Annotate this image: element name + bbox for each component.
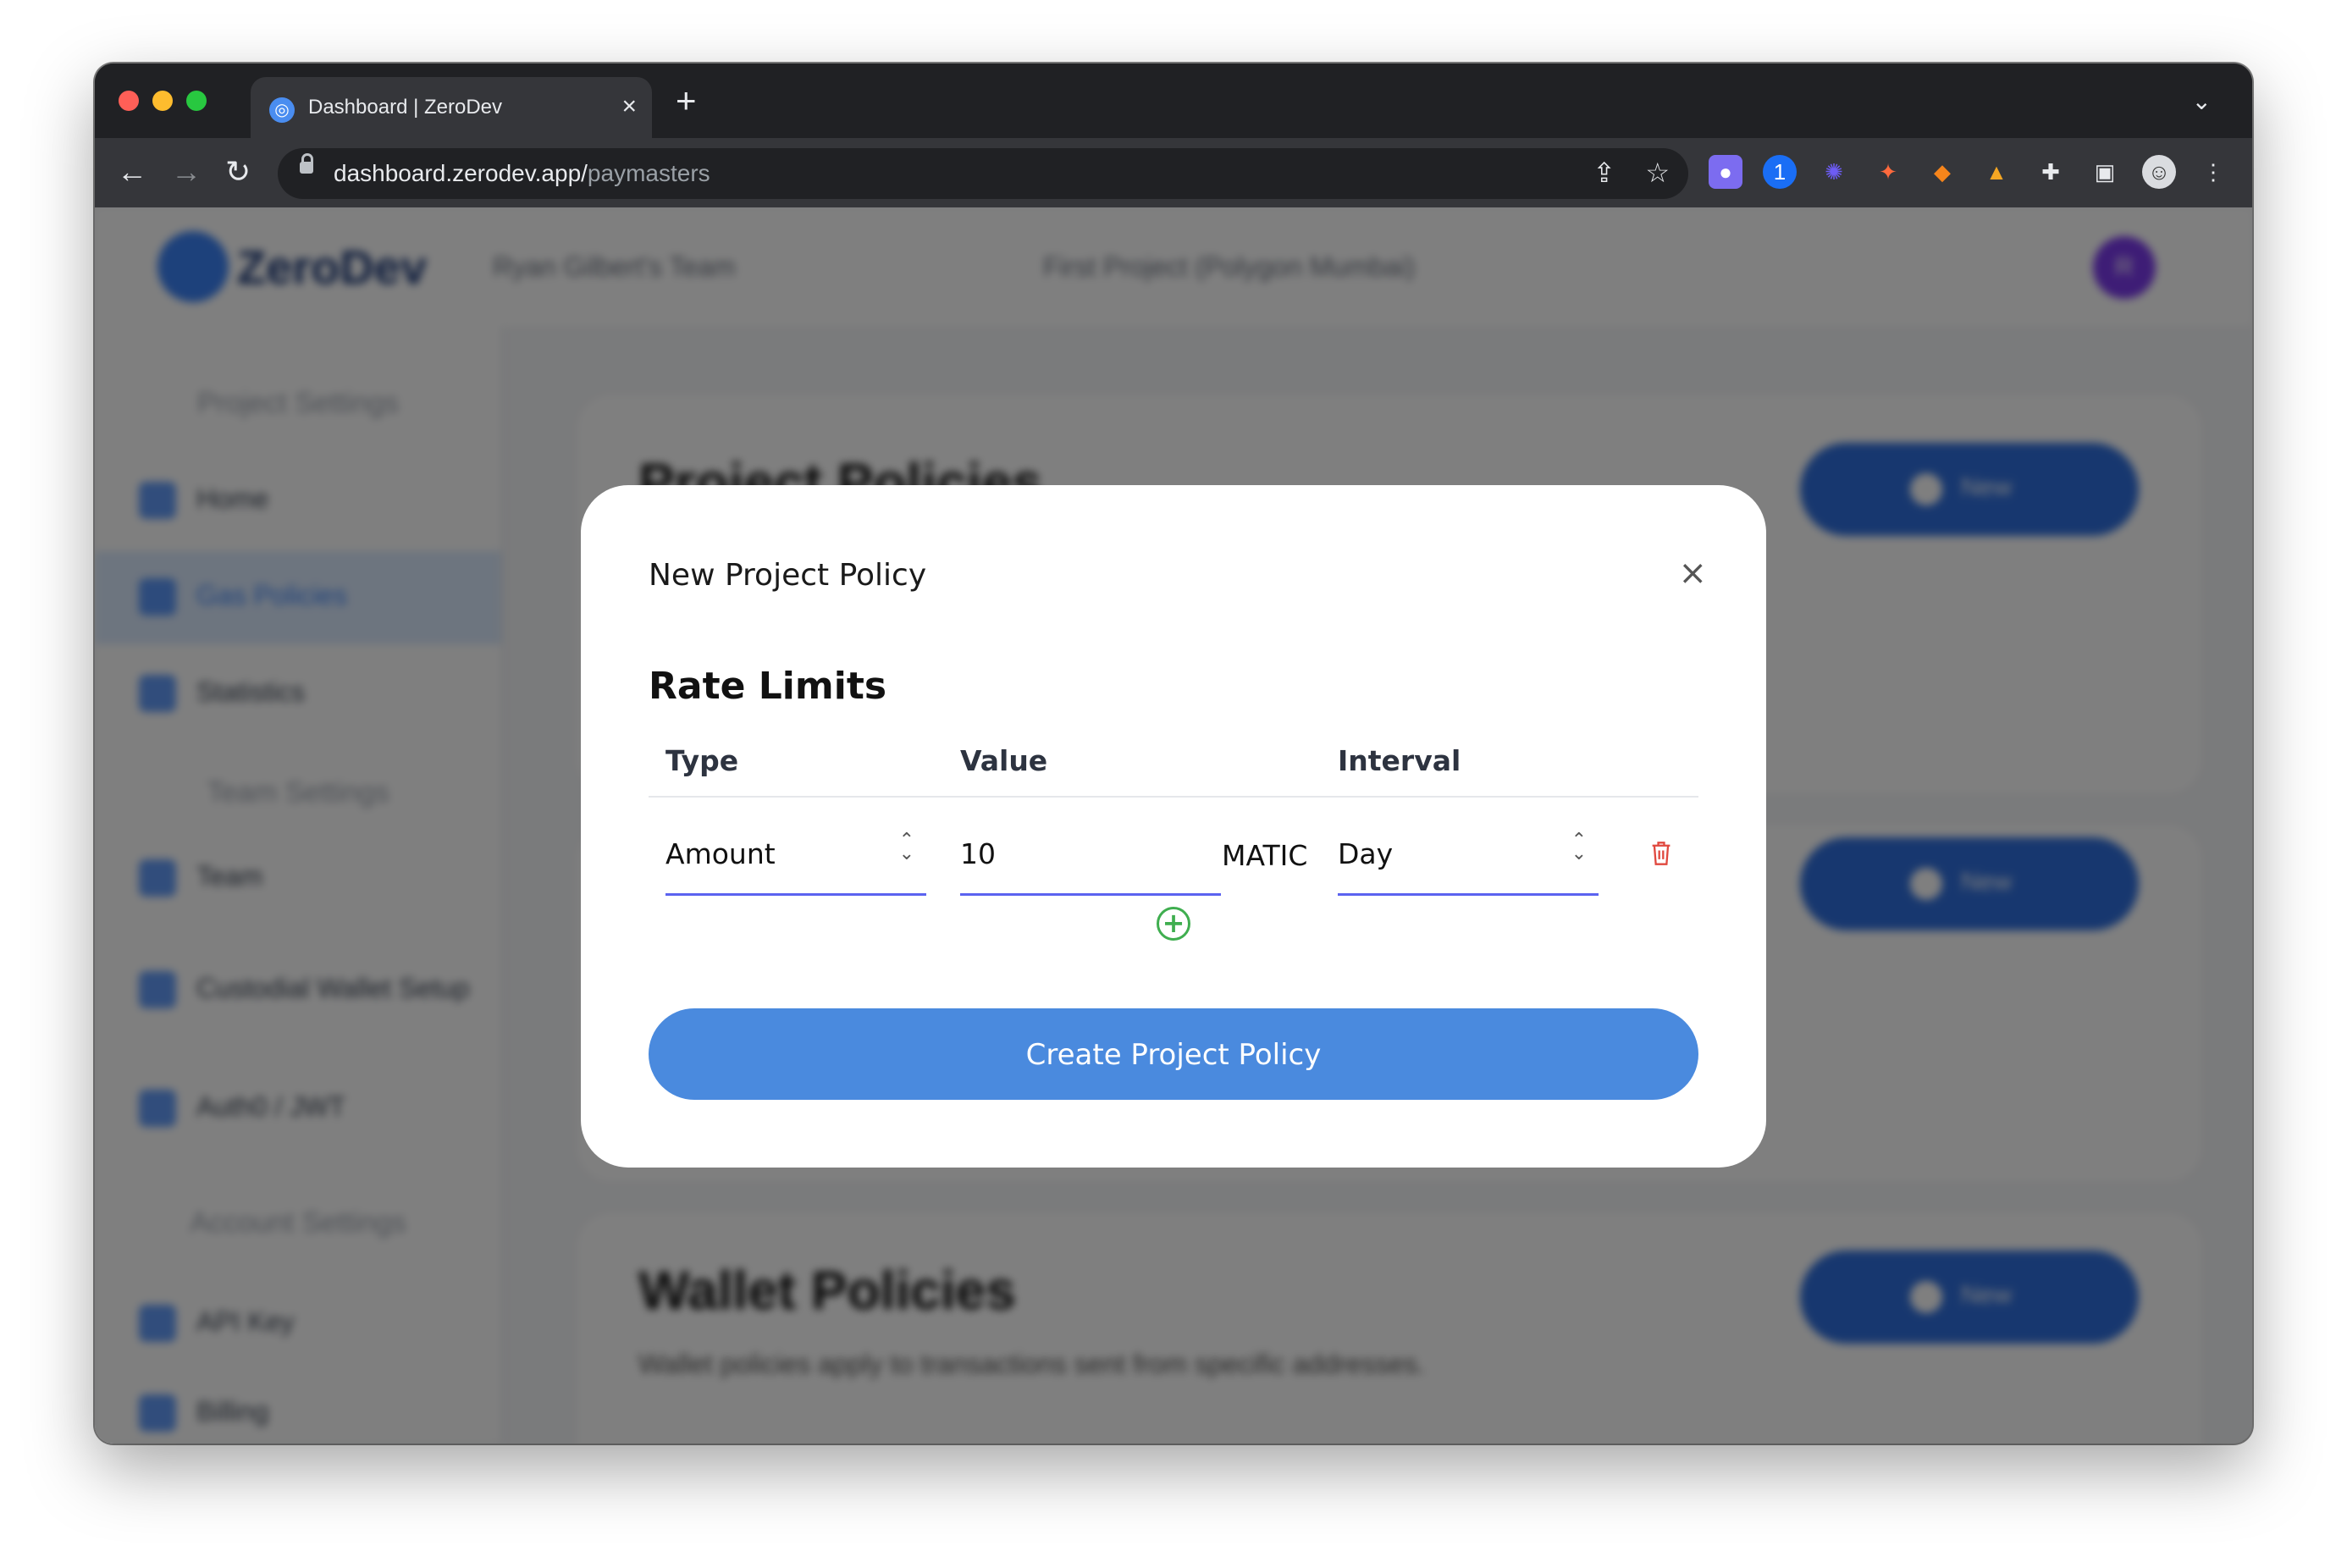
profile-avatar-icon[interactable]: ☺ (2142, 155, 2176, 189)
interval-select-value: Day (1338, 837, 1394, 870)
maximize-window-button[interactable] (186, 91, 207, 111)
trash-icon[interactable] (1649, 841, 1673, 866)
type-column-header: Type (665, 744, 739, 777)
interval-column-header: Interval (1338, 744, 1461, 777)
unit-label: MATIC (1222, 839, 1308, 872)
tab-search-icon[interactable]: ⌄ (2192, 87, 2212, 115)
forward-arrow-icon[interactable]: → (171, 153, 202, 190)
select-chevron-icon: ⌃ ⌄ (898, 830, 914, 864)
value-column-header: Value (960, 744, 1048, 777)
interval-select[interactable]: Day ⌃ ⌄ (1338, 819, 1599, 896)
puzzle-extensions-icon[interactable]: ✚ (2034, 155, 2068, 189)
sidebar-toggle-icon[interactable]: ▣ (2088, 155, 2122, 189)
close-icon[interactable]: × (1678, 556, 1707, 590)
minimize-window-button[interactable] (152, 91, 173, 111)
fox-extension-icon[interactable]: ▲ (1980, 155, 2013, 189)
type-select[interactable]: Amount ⌃ ⌄ (665, 819, 926, 896)
ghost-extension-icon[interactable]: ● (1709, 155, 1742, 189)
zerodev-favicon-icon: ◎ (269, 97, 295, 123)
kebab-menu-icon[interactable]: ⋮ (2196, 155, 2230, 189)
lock-icon (300, 153, 313, 174)
gear-extension-icon[interactable]: ✺ (1817, 155, 1851, 189)
metamask-icon[interactable]: ◆ (1925, 155, 1959, 189)
back-arrow-icon[interactable]: ← (117, 153, 147, 190)
close-window-button[interactable] (119, 91, 139, 111)
modal-title: New Project Policy (649, 558, 927, 593)
url-text: dashboard.zerodev.app/paymasters (334, 160, 710, 186)
create-project-policy-button[interactable]: Create Project Policy (649, 1008, 1698, 1100)
browser-toolbar: ← → ↻ dashboard.zerodev.app/paymasters ⇪… (95, 138, 2252, 207)
spark-extension-icon[interactable]: ✦ (1871, 155, 1905, 189)
value-input[interactable]: 10 (960, 819, 1221, 896)
new-tab-button[interactable]: + (676, 82, 697, 119)
new-project-policy-modal: New Project Policy × Rate Limits Type Va… (581, 485, 1766, 1168)
tab-strip: ◎ Dashboard | ZeroDev × + ⌄ (95, 63, 2252, 138)
address-bar[interactable]: dashboard.zerodev.app/paymasters ⇪ ☆ (278, 148, 1688, 199)
add-rate-limit-icon[interactable]: + (1157, 907, 1190, 941)
share-icon[interactable]: ⇪ (1593, 157, 1615, 189)
table-header-divider (649, 796, 1698, 798)
rate-limits-heading: Rate Limits (649, 665, 887, 708)
select-chevron-icon: ⌃ ⌄ (1571, 830, 1587, 864)
browser-tab[interactable]: ◎ Dashboard | ZeroDev × (251, 77, 652, 138)
bookmark-star-icon[interactable]: ☆ (1645, 157, 1670, 189)
reload-icon[interactable]: ↻ (225, 153, 251, 190)
value-input-value: 10 (960, 837, 996, 870)
tab-title: Dashboard | ZeroDev (308, 96, 503, 119)
close-tab-icon[interactable]: × (621, 92, 637, 121)
1password-icon[interactable]: 1 (1763, 155, 1797, 189)
type-select-value: Amount (665, 837, 776, 870)
